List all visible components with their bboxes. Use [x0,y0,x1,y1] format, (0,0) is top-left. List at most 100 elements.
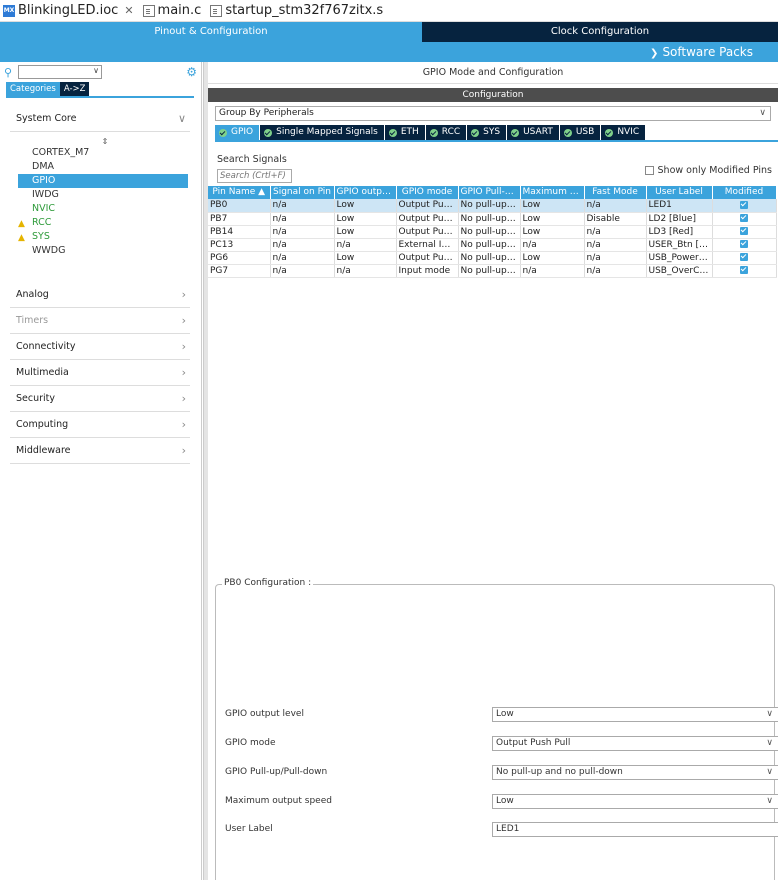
close-icon[interactable]: ✕ [124,4,133,17]
table-cell: PB14 [208,225,271,239]
max-speed-select[interactable]: Low ∨ [492,794,778,809]
editor-tab-label: BlinkingLED.ioc [18,3,119,18]
editor-tab-label: main.c [157,3,202,18]
section-security[interactable]: Security › [10,386,190,412]
pull-select[interactable]: No pull-up and no pull-down ∨ [492,765,778,780]
table-cell: No pull-up an... [458,264,521,278]
user-label-input[interactable]: LED1 [492,822,778,837]
list-item-wwdg[interactable]: WWDG [10,244,190,258]
pb0-configuration-title: PB0 Configuration : [222,578,314,588]
tab-nvic[interactable]: NVIC [601,125,647,140]
chevron-right-icon: › [181,314,186,327]
form-row-pull: GPIO Pull-up/Pull-down No pull-up and no… [225,765,778,781]
tab-categories[interactable]: Categories [6,82,60,96]
editor-tab-ioc[interactable]: MX BlinkingLED.ioc ✕ [0,0,140,22]
tab-rcc[interactable]: RCC [425,125,468,140]
checked-icon[interactable] [740,214,748,222]
sort-icon[interactable]: ⇕ [10,138,190,146]
editor-tab-main-c[interactable]: main.c [140,0,208,22]
table-row[interactable]: PG7 n/a n/a Input mode No pull-up an... … [208,264,777,278]
modified-cell [712,238,777,252]
section-label: Middleware [16,445,71,456]
list-item-sys[interactable]: ▲ SYS [10,230,190,244]
column-header-output-level[interactable]: GPIO output l... [334,186,397,199]
checked-icon[interactable] [740,200,748,209]
table-cell: Output Push ... [396,212,459,226]
list-item-gpio[interactable]: GPIO [18,174,188,188]
list-item-label: SYS [32,231,50,242]
tab-pinout-configuration[interactable]: Pinout & Configuration [0,22,422,42]
check-icon [471,128,480,137]
column-header-user-label[interactable]: User Label [646,186,713,199]
section-label: Timers [16,315,49,326]
column-header-max-speed[interactable]: Maximum out... [520,186,585,199]
checked-icon[interactable] [740,266,748,274]
list-item-nvic[interactable]: NVIC [10,202,190,216]
max-speed-value: Low [496,796,514,806]
list-item-iwdg[interactable]: IWDG [10,188,190,202]
column-header-pull[interactable]: GPIO Pull-up/... [458,186,521,199]
column-header-gpio-mode[interactable]: GPIO mode [396,186,459,199]
tab-usart[interactable]: USART [507,125,560,140]
checked-icon[interactable] [740,240,748,248]
section-label: Computing [16,419,69,430]
section-middleware[interactable]: Middleware › [10,438,190,464]
section-connectivity[interactable]: Connectivity › [10,334,190,360]
table-row[interactable]: PB14 n/a Low Output Push ... No pull-up … [208,225,777,239]
column-header-pin-name[interactable]: Pin Name ▲ [208,186,271,199]
search-row: Show only Modified Pins [217,165,778,185]
tab-usb[interactable]: USB [559,125,602,140]
table-cell: Low [520,199,585,213]
checked-icon[interactable] [740,253,748,261]
table-row[interactable]: PB7 n/a Low Output Push ... No pull-up a… [208,212,777,226]
column-header-fast-mode[interactable]: Fast Mode [584,186,647,199]
list-item-cortex-m7[interactable]: CORTEX_M7 [10,146,190,160]
checked-icon[interactable] [740,227,748,235]
tab-clock-configuration[interactable]: Clock Configuration [422,22,778,42]
editor-tab-startup[interactable]: startup_stm32f767zitx.s [207,0,389,22]
gpio-mode-select[interactable]: Output Push Pull ∨ [492,736,778,751]
column-label: Pin Name [212,187,256,197]
column-header-signal[interactable]: Signal on Pin [270,186,335,199]
group-by-select[interactable]: Group By Peripherals ∨ [215,106,771,121]
editor-tab-bar: MX BlinkingLED.ioc ✕ main.c startup_stm3… [0,0,778,22]
category-tabs: Categories A->Z [0,82,201,96]
table-cell: USER_Btn [B1] [646,238,713,252]
chevron-down-icon: ∨ [766,738,773,748]
list-item-rcc[interactable]: ▲ RCC [10,216,190,230]
list-item-dma[interactable]: DMA [10,160,190,174]
section-analog[interactable]: Analog › [10,282,190,308]
table-cell: USB_PowerS... [646,251,713,265]
tab-sys[interactable]: SYS [467,125,508,140]
output-level-select[interactable]: Low ∨ [492,707,778,722]
chevron-down-icon: ∨ [177,112,186,125]
tab-gpio[interactable]: GPIO [215,125,261,140]
show-modified-checkbox[interactable]: Show only Modified Pins [644,165,772,176]
table-cell: n/a [334,238,397,252]
table-cell: PB7 [208,212,271,226]
table-row[interactable]: PG6 n/a Low Output Push ... No pull-up a… [208,251,777,265]
tab-eth[interactable]: ETH [384,125,426,140]
section-computing[interactable]: Computing › [10,412,190,438]
table-cell: Low [520,212,585,226]
table-cell: n/a [584,225,647,239]
table-cell: n/a [270,238,335,252]
software-packs-bar: ❯ Software Packs [0,42,778,62]
tab-label: Single Mapped Signals [276,127,378,137]
column-header-modified[interactable]: Modified [712,186,777,199]
table-row[interactable]: PC13 n/a n/a External Inter... No pull-u… [208,238,777,252]
max-speed-label: Maximum output speed [225,796,332,806]
section-multimedia[interactable]: Multimedia › [10,360,190,386]
search-signals-input[interactable] [217,169,292,183]
section-timers[interactable]: Timers › [10,308,190,334]
check-icon [511,128,520,137]
tab-single-mapped-signals[interactable]: Single Mapped Signals [260,125,385,140]
gear-icon[interactable]: ⚙ [186,65,197,79]
tab-a-z[interactable]: A->Z [59,82,90,96]
table-row[interactable]: PB0 n/a Low Output Push ... No pull-up a… [208,199,777,213]
software-packs-menu[interactable]: ❯ Software Packs [650,42,753,62]
table-cell: Output Push ... [396,251,459,265]
category-search-combo[interactable]: ∨ [18,65,102,79]
table-cell: PG6 [208,251,271,265]
section-system-core[interactable]: System Core ∨ [10,106,190,132]
